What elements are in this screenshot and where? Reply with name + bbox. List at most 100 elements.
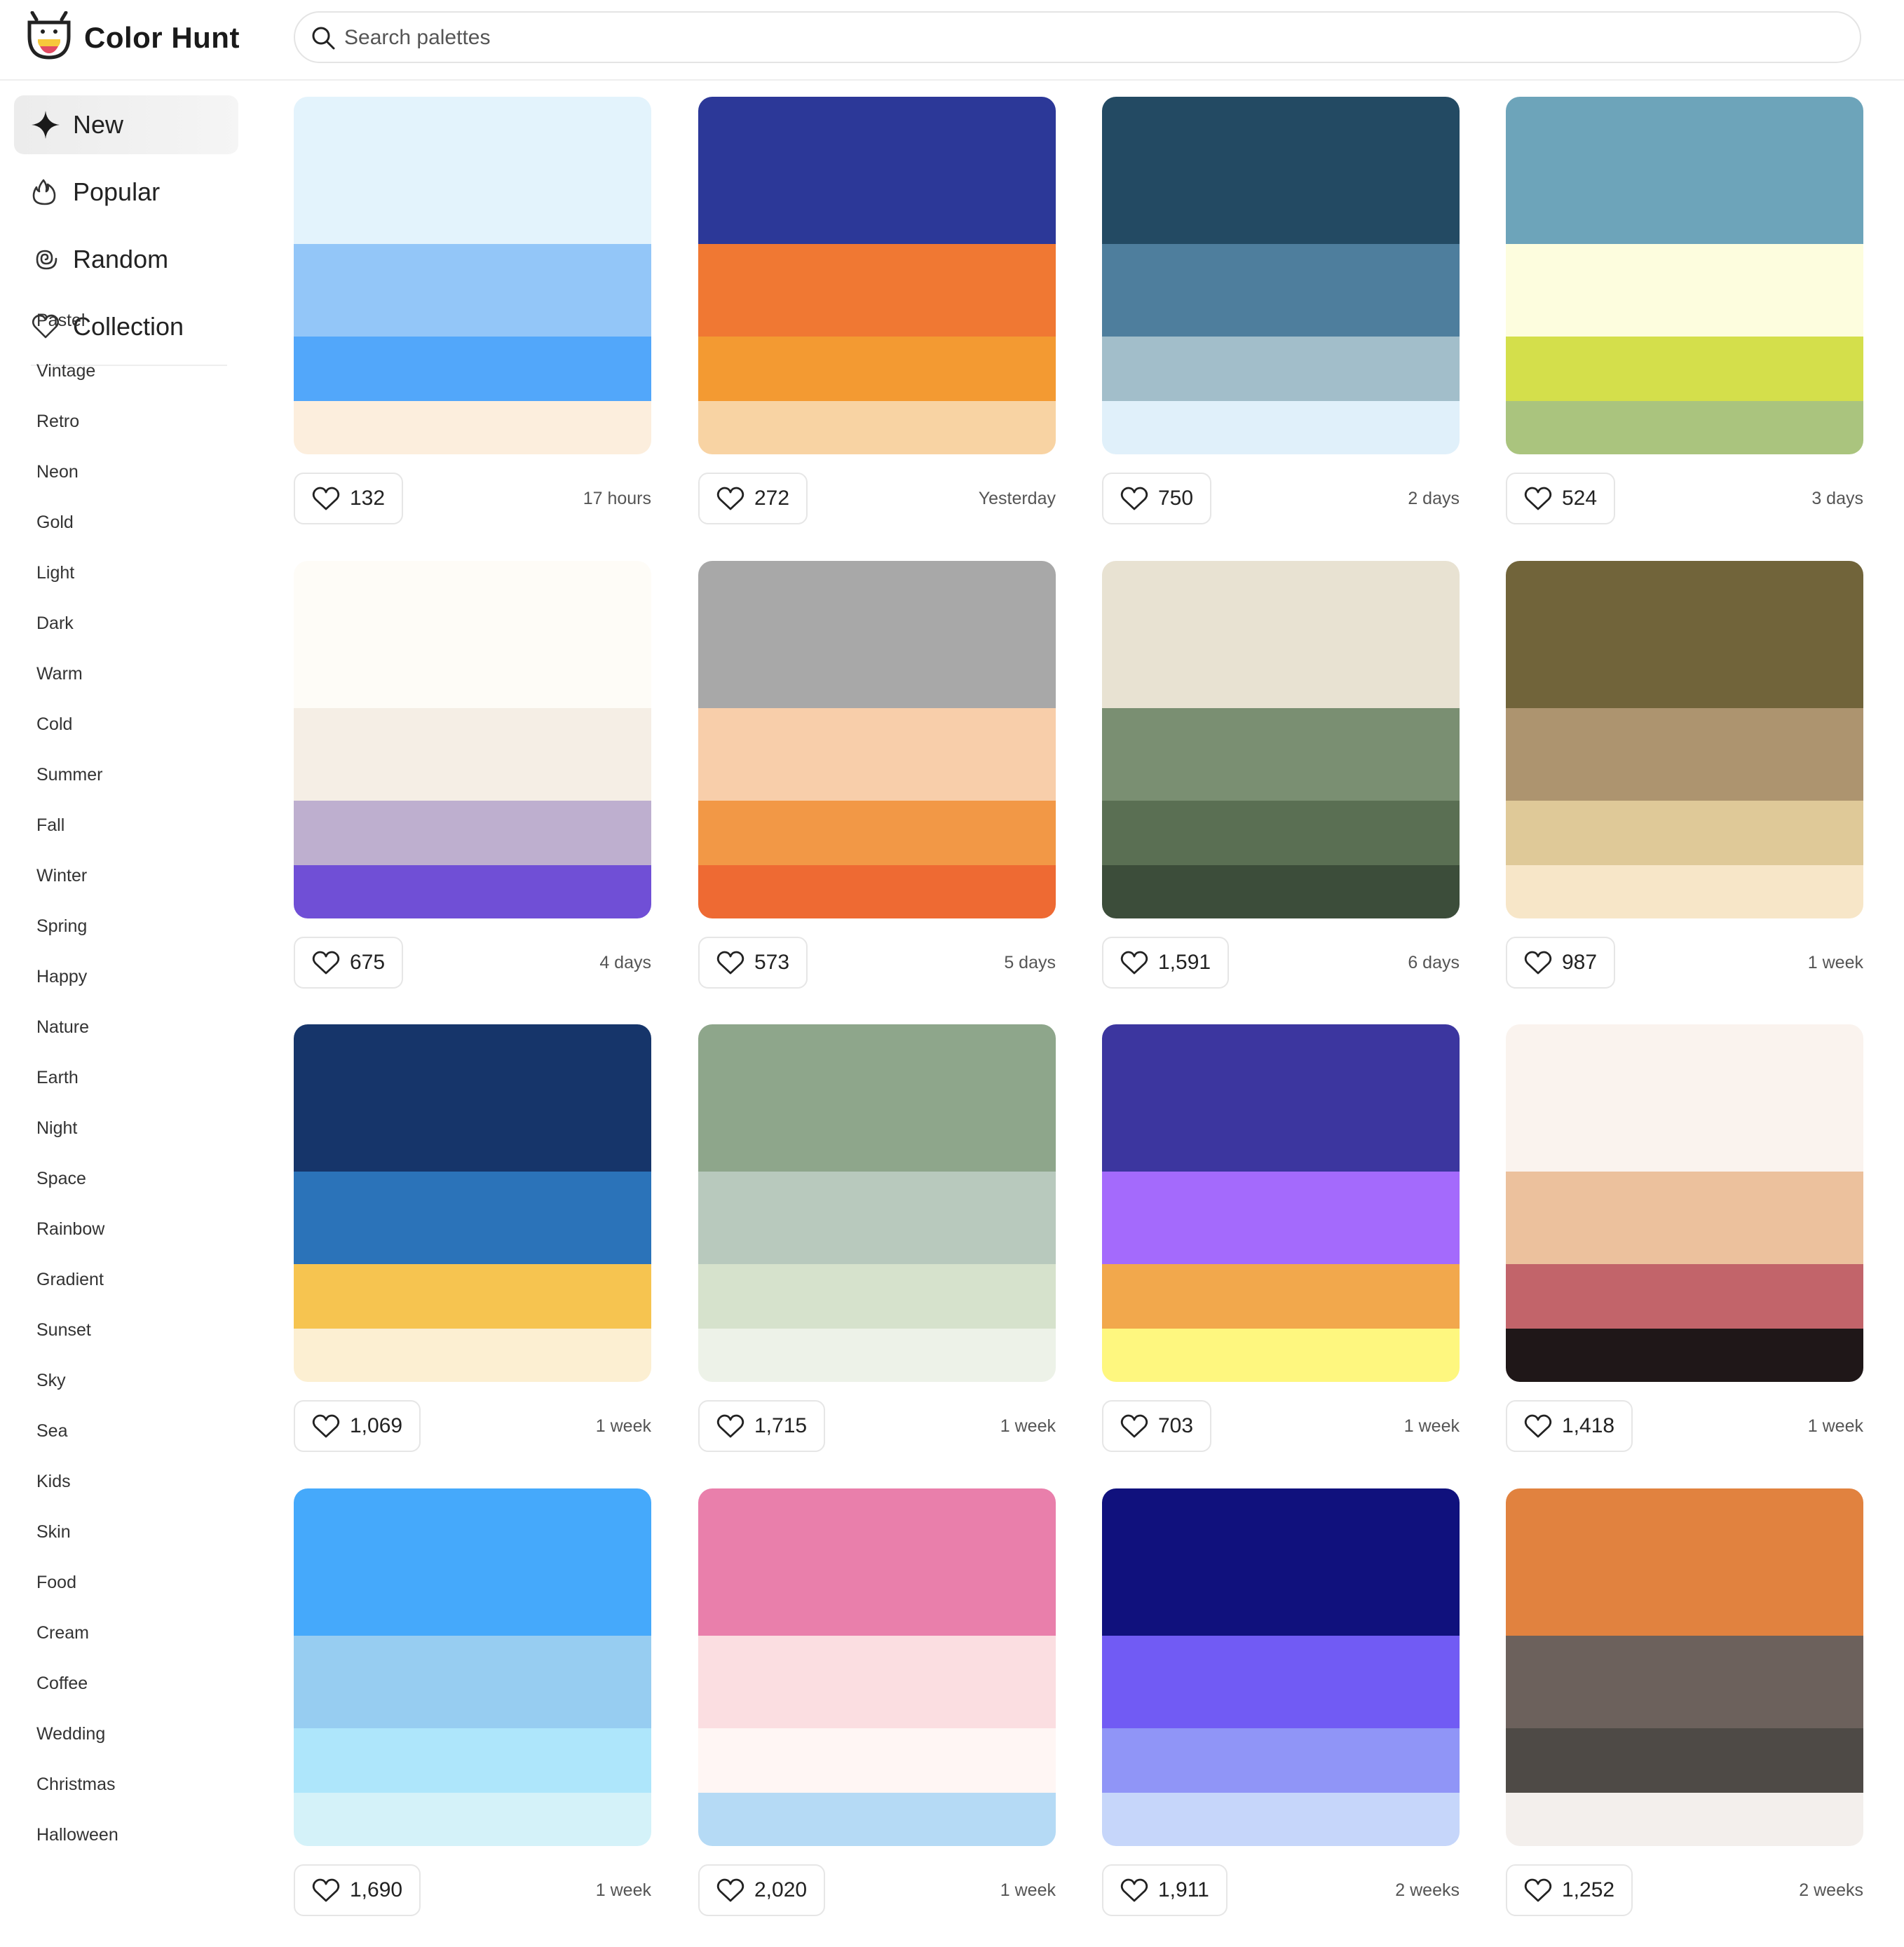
color-swatch[interactable] [294, 1264, 651, 1329]
color-swatch[interactable] [294, 865, 651, 918]
color-swatch[interactable] [1102, 337, 1460, 401]
palette-swatches[interactable] [1102, 1488, 1460, 1846]
palette-swatches[interactable] [1102, 97, 1460, 454]
color-swatch[interactable] [1102, 1636, 1460, 1728]
palette-swatches[interactable] [294, 1488, 651, 1846]
color-swatch[interactable] [1506, 1024, 1863, 1172]
tag-link[interactable]: Skin [36, 1521, 71, 1542]
tag-link[interactable]: Winter [36, 865, 87, 886]
like-button[interactable]: 1,069 [294, 1400, 421, 1452]
tag-link[interactable]: Light [36, 562, 74, 583]
color-swatch[interactable] [698, 1793, 1056, 1846]
like-button[interactable]: 750 [1102, 473, 1212, 524]
color-swatch[interactable] [1506, 244, 1863, 337]
palette-swatches[interactable] [294, 97, 651, 454]
tag-link[interactable]: Cold [36, 714, 72, 735]
color-swatch[interactable] [1506, 97, 1863, 244]
palette-swatches[interactable] [1102, 561, 1460, 918]
color-swatch[interactable] [698, 1172, 1056, 1264]
tag-link[interactable]: Summer [36, 764, 102, 785]
palette-swatches[interactable] [698, 1488, 1056, 1846]
color-swatch[interactable] [1102, 401, 1460, 454]
palette-swatches[interactable] [294, 1024, 651, 1382]
tag-link[interactable]: Christmas [36, 1774, 116, 1795]
tag-link[interactable]: Nature [36, 1017, 89, 1038]
tag-link[interactable]: Space [36, 1168, 86, 1189]
color-swatch[interactable] [698, 1024, 1056, 1172]
color-swatch[interactable] [698, 244, 1056, 337]
color-swatch[interactable] [1506, 1728, 1863, 1793]
color-swatch[interactable] [1102, 97, 1460, 244]
palette-swatches[interactable] [1102, 1024, 1460, 1382]
color-hunt-logo-icon[interactable] [25, 11, 73, 62]
like-button[interactable]: 1,715 [698, 1400, 826, 1452]
color-swatch[interactable] [1102, 1488, 1460, 1636]
color-swatch[interactable] [698, 337, 1056, 401]
color-swatch[interactable] [1102, 1329, 1460, 1382]
color-swatch[interactable] [698, 708, 1056, 801]
color-swatch[interactable] [1102, 1172, 1460, 1264]
like-button[interactable]: 1,418 [1506, 1400, 1633, 1452]
color-swatch[interactable] [1102, 244, 1460, 337]
tag-link[interactable]: Vintage [36, 360, 95, 381]
color-swatch[interactable] [294, 1024, 651, 1172]
color-swatch[interactable] [294, 801, 651, 865]
tag-link[interactable]: Warm [36, 663, 83, 684]
color-swatch[interactable] [1102, 1264, 1460, 1329]
color-swatch[interactable] [1102, 801, 1460, 865]
color-swatch[interactable] [294, 244, 651, 337]
like-button[interactable]: 272 [698, 473, 808, 524]
color-swatch[interactable] [294, 401, 651, 454]
color-swatch[interactable] [1506, 561, 1863, 708]
search-bar[interactable] [294, 11, 1861, 63]
color-swatch[interactable] [294, 708, 651, 801]
color-swatch[interactable] [698, 1329, 1056, 1382]
color-swatch[interactable] [1506, 337, 1863, 401]
like-button[interactable]: 524 [1506, 473, 1616, 524]
tag-link[interactable]: Sea [36, 1420, 67, 1441]
tag-link[interactable]: Retro [36, 411, 79, 432]
palette-swatches[interactable] [294, 561, 651, 918]
tag-link[interactable]: Sky [36, 1370, 66, 1391]
palette-swatches[interactable] [1506, 1488, 1863, 1846]
like-button[interactable]: 1,252 [1506, 1864, 1633, 1916]
tag-link[interactable]: Pastel [36, 310, 85, 331]
color-swatch[interactable] [698, 1636, 1056, 1728]
like-button[interactable]: 1,911 [1102, 1864, 1228, 1916]
like-button[interactable]: 2,020 [698, 1864, 826, 1916]
color-swatch[interactable] [698, 801, 1056, 865]
color-swatch[interactable] [1506, 1172, 1863, 1264]
tag-link[interactable]: Night [36, 1118, 77, 1139]
color-swatch[interactable] [1506, 708, 1863, 801]
color-swatch[interactable] [698, 97, 1056, 244]
tag-link[interactable]: Happy [36, 966, 87, 987]
like-button[interactable]: 132 [294, 473, 404, 524]
palette-swatches[interactable] [698, 1024, 1056, 1382]
color-swatch[interactable] [698, 1728, 1056, 1793]
like-button[interactable]: 987 [1506, 937, 1616, 989]
color-swatch[interactable] [698, 1264, 1056, 1329]
tag-link[interactable]: Gradient [36, 1269, 104, 1290]
color-swatch[interactable] [1506, 401, 1863, 454]
color-swatch[interactable] [1506, 1329, 1863, 1382]
nav-item-new[interactable]: New [14, 95, 238, 154]
color-swatch[interactable] [1102, 1024, 1460, 1172]
tag-link[interactable]: Cream [36, 1622, 89, 1643]
tag-link[interactable]: Wedding [36, 1723, 105, 1744]
like-button[interactable]: 675 [294, 937, 404, 989]
color-swatch[interactable] [294, 561, 651, 708]
tag-link[interactable]: Fall [36, 815, 64, 836]
color-swatch[interactable] [698, 401, 1056, 454]
color-swatch[interactable] [294, 1488, 651, 1636]
color-swatch[interactable] [294, 97, 651, 244]
brand-name[interactable]: Color Hunt [84, 17, 240, 59]
color-swatch[interactable] [1506, 1488, 1863, 1636]
color-swatch[interactable] [1102, 1728, 1460, 1793]
color-swatch[interactable] [294, 1793, 651, 1846]
tag-link[interactable]: Earth [36, 1067, 79, 1088]
palette-swatches[interactable] [698, 561, 1056, 918]
color-swatch[interactable] [294, 1329, 651, 1382]
color-swatch[interactable] [698, 1488, 1056, 1636]
color-swatch[interactable] [698, 865, 1056, 918]
color-swatch[interactable] [294, 337, 651, 401]
